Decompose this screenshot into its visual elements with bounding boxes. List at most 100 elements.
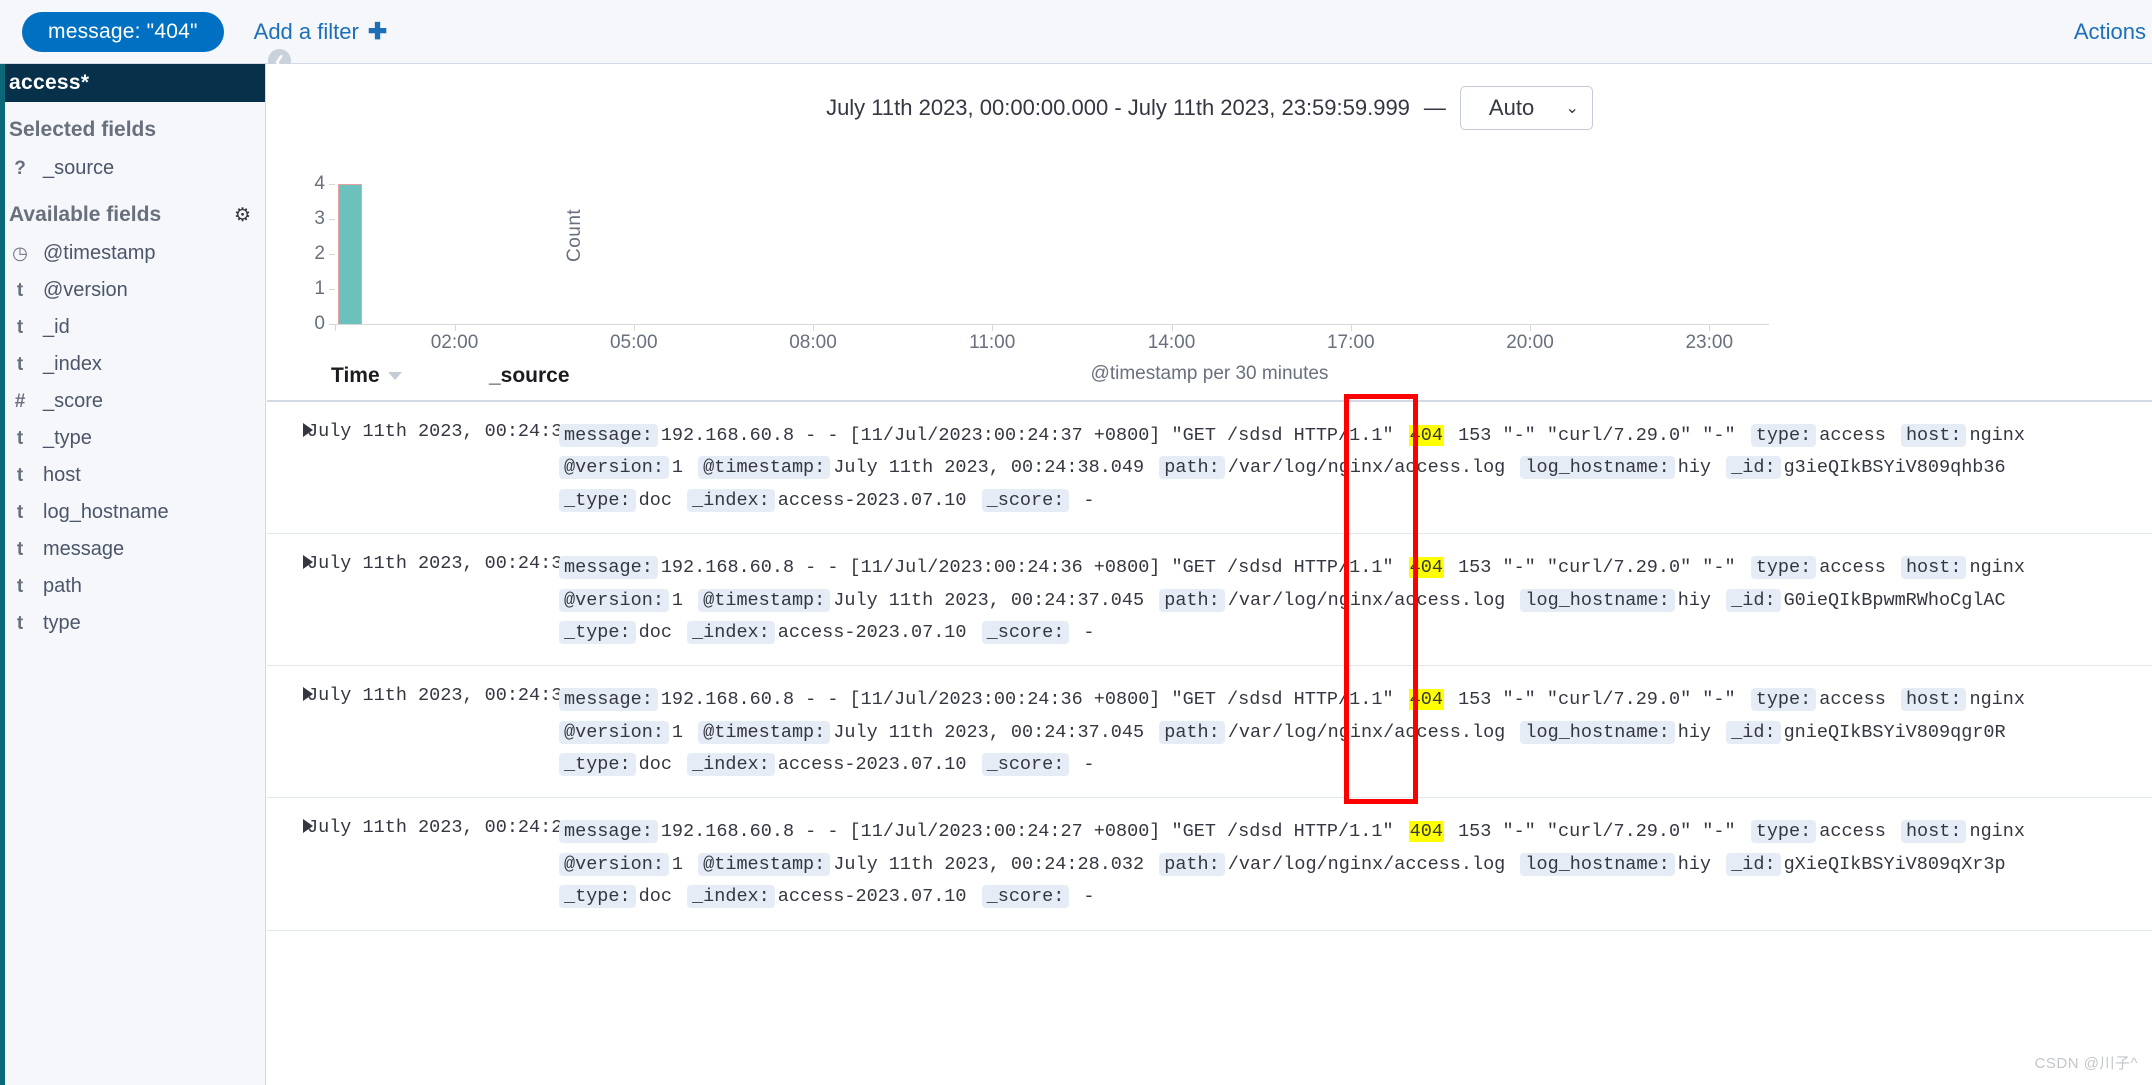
field-type-icon: t xyxy=(11,280,29,302)
field-item-message[interactable]: tmessage xyxy=(0,531,265,568)
chart-x-tick: 23:00 xyxy=(1685,332,1733,354)
chart-y-tick: 2 xyxy=(295,243,325,265)
cell-time: July 11th 2023, 00:24:38.049 xyxy=(307,420,535,517)
source-field-key: _type: xyxy=(559,489,636,512)
table-row[interactable]: July 11th 2023, 00:24:38.049message:192.… xyxy=(267,402,2152,534)
field-item-host[interactable]: thost xyxy=(0,457,265,494)
selected-fields-header: Selected fields xyxy=(0,102,265,150)
actions-menu-button[interactable]: Actions xyxy=(2074,19,2146,45)
source-field-value: 192.168.60.8 - - [11/Jul/2023:00:24:27 +… xyxy=(658,821,1409,842)
filter-pill-message-404[interactable]: message: "404" xyxy=(22,12,224,52)
source-field-value: access-2023.07.10 xyxy=(775,622,982,643)
chart-x-tick: 05:00 xyxy=(610,332,658,354)
field-name-label: log_hostname xyxy=(43,501,169,524)
source-field-value: gXieQIkBSYiV809qXr3p xyxy=(1781,854,2010,875)
cell-time: July 11th 2023, 00:24:28.032 xyxy=(307,816,535,913)
search-match-highlight: 404 xyxy=(1409,689,1444,710)
selected-fields-list: ?_source xyxy=(0,150,265,187)
source-field-key: path: xyxy=(1159,456,1225,479)
table-row[interactable]: July 11th 2023, 00:24:28.032message:192.… xyxy=(267,798,2152,930)
source-field-value: access xyxy=(1816,689,1901,710)
field-item-path[interactable]: tpath xyxy=(0,568,265,605)
source-field-key: @version: xyxy=(559,721,669,744)
chart-x-tickmark xyxy=(1351,325,1352,331)
source-field-key: _id: xyxy=(1726,589,1780,612)
source-field-value: nginx xyxy=(1966,689,2029,710)
field-item-timestamp[interactable]: ◷@timestamp xyxy=(0,235,265,272)
field-item-type[interactable]: t_type xyxy=(0,420,265,457)
source-field-value: access-2023.07.10 xyxy=(775,754,982,775)
field-item-source[interactable]: ?_source xyxy=(0,150,265,187)
field-item-id[interactable]: t_id xyxy=(0,309,265,346)
source-field-key: log_hostname: xyxy=(1520,456,1674,479)
histogram-chart[interactable]: Count 01234 02:0005:0008:0011:0014:0017:… xyxy=(267,144,2152,359)
column-header-source[interactable]: _source xyxy=(489,364,570,388)
watermark: CSDN @川子^ xyxy=(2035,1052,2138,1073)
chart-x-tickmark xyxy=(634,325,635,331)
field-item-loghostname[interactable]: tlog_hostname xyxy=(0,494,265,531)
field-item-index[interactable]: t_index xyxy=(0,346,265,383)
add-filter-button[interactable]: Add a filter ✚ xyxy=(254,19,387,45)
time-range-header: July 11th 2023, 00:00:00.000 - July 11th… xyxy=(267,64,2152,130)
field-name-label: _type xyxy=(43,427,92,450)
available-fields-title: Available fields xyxy=(9,203,161,227)
table-row[interactable]: July 11th 2023, 00:24:37.045message:192.… xyxy=(267,534,2152,666)
cell-time: July 11th 2023, 00:24:37.045 xyxy=(307,684,535,781)
source-field-value: - xyxy=(1069,622,1098,643)
field-item-type[interactable]: ttype xyxy=(0,605,265,642)
source-field-key: log_hostname: xyxy=(1520,589,1674,612)
sort-descending-icon[interactable] xyxy=(388,372,402,380)
source-field-key: _score: xyxy=(982,885,1070,908)
source-field-value: 1 xyxy=(669,854,698,875)
interval-value: Auto xyxy=(1489,95,1534,121)
source-field-value: - xyxy=(1069,886,1098,907)
field-item-score[interactable]: #_score xyxy=(0,383,265,420)
expand-row-cell[interactable] xyxy=(267,684,307,781)
expand-row-cell[interactable] xyxy=(267,816,307,913)
source-field-key: message: xyxy=(559,688,658,711)
interval-select[interactable]: Auto ⌄ xyxy=(1460,86,1593,130)
chart-x-tick: 08:00 xyxy=(789,332,837,354)
time-range-label[interactable]: July 11th 2023, 00:00:00.000 - July 11th… xyxy=(826,95,1410,121)
chart-x-tickmark xyxy=(1530,325,1531,331)
source-field-key: @version: xyxy=(559,853,669,876)
table-row[interactable]: July 11th 2023, 00:24:37.045message:192.… xyxy=(267,666,2152,798)
chart-bar[interactable] xyxy=(338,184,362,324)
source-field-key: path: xyxy=(1159,853,1225,876)
documents-table: Time _source July 11th 2023, 00:24:38.04… xyxy=(267,364,2152,931)
chart-x-tick: 11:00 xyxy=(969,332,1015,354)
column-header-time-label: Time xyxy=(331,364,380,388)
source-field-value: 153 "-" "curl/7.29.0" "-" xyxy=(1444,689,1751,710)
expand-row-cell[interactable] xyxy=(267,552,307,649)
source-field-value: access xyxy=(1816,425,1901,446)
chart-x-axis-line xyxy=(335,324,1769,325)
chart-plot-area[interactable] xyxy=(335,184,1769,324)
source-field-value: doc xyxy=(636,754,687,775)
source-field-value: 153 "-" "curl/7.29.0" "-" xyxy=(1444,557,1751,578)
field-type-icon: t xyxy=(11,354,29,376)
source-field-key: type: xyxy=(1751,556,1817,579)
source-field-key: @timestamp: xyxy=(698,456,830,479)
selected-fields-title: Selected fields xyxy=(9,118,156,142)
gear-icon[interactable]: ⚙ xyxy=(234,204,251,227)
source-field-key: _id: xyxy=(1726,456,1780,479)
field-type-icon: t xyxy=(11,465,29,487)
expand-row-cell[interactable] xyxy=(267,420,307,517)
cell-source: message:192.168.60.8 - - [11/Jul/2023:00… xyxy=(535,552,2152,649)
chart-x-tick: 14:00 xyxy=(1148,332,1196,354)
source-field-key: path: xyxy=(1159,721,1225,744)
index-pattern-selector[interactable]: access* xyxy=(0,64,265,102)
source-field-key: _score: xyxy=(982,489,1070,512)
source-field-key: host: xyxy=(1901,688,1967,711)
chart-y-tick: 0 xyxy=(295,313,325,335)
time-range-dash: — xyxy=(1424,95,1446,121)
field-item-version[interactable]: t@version xyxy=(0,272,265,309)
field-name-label: @timestamp xyxy=(43,242,156,265)
filter-bar: message: "404" Add a filter ✚ Actions xyxy=(0,0,2152,64)
source-field-value: doc xyxy=(636,490,687,511)
add-filter-label: Add a filter xyxy=(254,19,359,45)
chart-y-tick: 3 xyxy=(295,208,325,230)
column-header-time[interactable]: Time xyxy=(267,364,489,388)
chevron-down-icon: ⌄ xyxy=(1566,98,1579,118)
field-type-icon: t xyxy=(11,576,29,598)
